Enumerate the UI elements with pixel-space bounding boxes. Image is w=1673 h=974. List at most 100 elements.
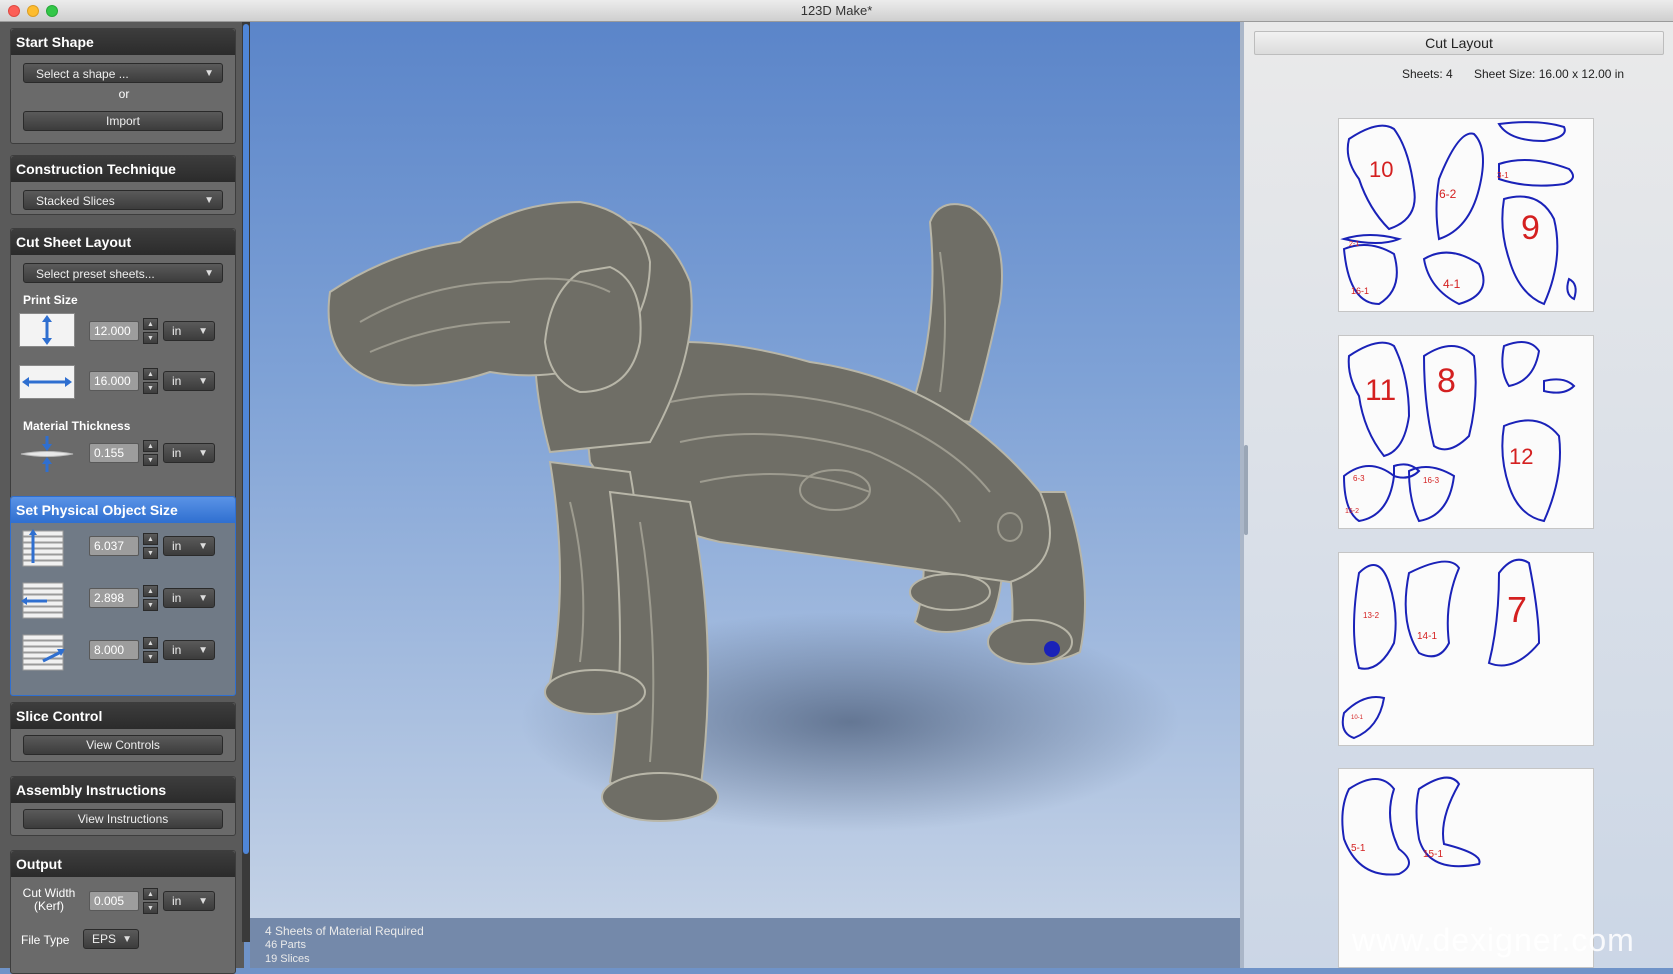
sheet-height-unit-dropdown[interactable]: in ▼ [163, 321, 215, 341]
material-thickness-unit: in [172, 446, 182, 460]
part-outline [1341, 696, 1386, 740]
file-type-dropdown[interactable]: EPS ▼ [83, 929, 139, 949]
part-outline [1404, 560, 1461, 658]
stepper-up-icon[interactable]: ▲ [143, 637, 158, 649]
stepper-up-icon[interactable]: ▲ [143, 533, 158, 545]
object-width-stepper[interactable]: ▲ ▼ [143, 585, 158, 611]
sheet-width-input[interactable]: 16.000 [89, 371, 139, 391]
select-shape-dropdown[interactable]: Select a shape ... ▼ [23, 63, 223, 83]
preset-sheets-dropdown[interactable]: Select preset sheets... ▼ [23, 263, 223, 283]
object-depth-input[interactable]: 8.000 [89, 640, 139, 660]
cut-width-stepper[interactable]: ▲ ▼ [143, 888, 158, 914]
part-label: 9 [1521, 209, 1540, 247]
part-label: 13-2 [1363, 611, 1380, 620]
sheets-count-label: Sheets: 4 [1402, 67, 1453, 81]
sheet-width-unit: in [172, 374, 182, 388]
chevron-down-icon: ▼ [198, 541, 208, 552]
preset-sheets-label: Select preset sheets... [36, 267, 155, 281]
slices-count-text: 19 Slices [265, 953, 310, 965]
stepper-down-icon[interactable]: ▼ [143, 382, 158, 394]
construction-technique-dropdown[interactable]: Stacked Slices ▼ [23, 190, 223, 210]
cut-sheet-2[interactable]: 11 8 12 6-3 16-3 15-2 [1338, 335, 1594, 529]
kerf-text: (Kerf) [34, 899, 64, 913]
select-shape-label: Select a shape ... [36, 67, 129, 81]
chevron-down-icon: ▼ [204, 68, 214, 79]
cut-width-label: Cut Width (Kerf) [19, 887, 79, 913]
title-bar: 123D Make* [0, 0, 1673, 22]
chevron-down-icon: ▼ [198, 448, 208, 459]
print-size-label: Print Size [23, 293, 78, 307]
part-label: 5-1 [1351, 843, 1366, 854]
object-height-unit-dropdown[interactable]: in ▼ [163, 536, 215, 556]
object-height-stepper[interactable]: ▲ ▼ [143, 533, 158, 559]
stepper-down-icon[interactable]: ▼ [143, 332, 158, 344]
parts-count-text: 46 Parts [265, 939, 306, 951]
sheets-required-text: 4 Sheets of Material Required [265, 924, 424, 938]
dog-model[interactable] [250, 22, 1240, 918]
material-thickness-stepper[interactable]: ▲ ▼ [143, 440, 158, 466]
sheet-height-input[interactable]: 12.000 [89, 321, 139, 341]
chevron-down-icon: ▼ [122, 934, 132, 945]
selection-marker [1044, 641, 1060, 657]
material-thickness-input[interactable]: 0.155 [89, 443, 139, 463]
stepper-down-icon[interactable]: ▼ [143, 651, 158, 663]
part-outline [1543, 378, 1576, 394]
stepper-down-icon[interactable]: ▼ [143, 599, 158, 611]
material-thickness-unit-dropdown[interactable]: in ▼ [163, 443, 215, 463]
part-outline [1501, 341, 1541, 388]
cut-width-input[interactable]: 0.005 [89, 891, 139, 911]
object-width-icon [19, 579, 67, 619]
model-viewport[interactable] [250, 22, 1240, 918]
stepper-up-icon[interactable]: ▲ [143, 368, 158, 380]
import-button[interactable]: Import [23, 111, 223, 131]
part-outline [1341, 778, 1410, 876]
sheet-width-unit-dropdown[interactable]: in ▼ [163, 371, 215, 391]
viewport-status: 4 Sheets of Material Required 46 Parts 1… [250, 918, 1240, 968]
stepper-down-icon[interactable]: ▼ [143, 547, 158, 559]
sidebar-scroll-thumb[interactable] [243, 24, 249, 854]
cut-sheet-3[interactable]: 13-2 14-1 7 10-1 [1338, 552, 1594, 746]
object-width-unit: in [172, 591, 182, 605]
cut-width-unit: in [172, 894, 182, 908]
view-instructions-button[interactable]: View Instructions [23, 809, 223, 829]
object-depth-unit-dropdown[interactable]: in ▼ [163, 640, 215, 660]
part-label: 14-1 [1417, 631, 1438, 642]
part-label: 10-1 [1351, 715, 1364, 721]
part-label: 15-2 [1345, 508, 1360, 515]
object-size-header: Set Physical Object Size [11, 497, 235, 523]
stepper-up-icon[interactable]: ▲ [143, 440, 158, 452]
stepper-down-icon[interactable]: ▼ [143, 902, 158, 914]
view-controls-button[interactable]: View Controls [23, 735, 223, 755]
object-width-input[interactable]: 2.898 [89, 588, 139, 608]
cut-layout-panel: Cut Layout Sheets: 4 Sheet Size: 16.00 x… [1244, 22, 1673, 968]
part-label: 7 [1507, 589, 1528, 630]
stepper-up-icon[interactable]: ▲ [143, 585, 158, 597]
object-depth-stepper[interactable]: ▲ ▼ [143, 637, 158, 663]
chevron-down-icon: ▼ [198, 593, 208, 604]
cut-sheet-layout-panel: Cut Sheet Layout Select preset sheets...… [10, 228, 236, 513]
sheet-width-icon [19, 365, 75, 399]
chevron-down-icon: ▼ [204, 195, 214, 206]
stepper-up-icon[interactable]: ▲ [143, 888, 158, 900]
file-type-label: File Type [21, 933, 70, 947]
cut-layout-scrollbar[interactable] [1244, 445, 1248, 535]
object-height-unit: in [172, 539, 182, 553]
object-width-unit-dropdown[interactable]: in ▼ [163, 588, 215, 608]
sheet-height-stepper[interactable]: ▲ ▼ [143, 318, 158, 344]
sidebar-scrollbar[interactable] [242, 22, 250, 942]
sheet-height-unit: in [172, 324, 182, 338]
object-height-input[interactable]: 6.037 [89, 536, 139, 556]
object-depth-unit: in [172, 643, 182, 657]
watermark: www.dexigner.com [1352, 922, 1635, 958]
part-label: 3-1 [1497, 171, 1509, 180]
stepper-up-icon[interactable]: ▲ [143, 318, 158, 330]
slice-control-header: Slice Control [11, 703, 235, 729]
part-label: 11 [1365, 374, 1397, 407]
part-label: 6-3 [1353, 474, 1365, 483]
cut-width-unit-dropdown[interactable]: in ▼ [163, 891, 215, 911]
sheet-width-stepper[interactable]: ▲ ▼ [143, 368, 158, 394]
start-shape-panel: Start Shape Select a shape ... ▼ or Impo… [10, 28, 236, 144]
cut-sheet-1[interactable]: 10 6-2 9 4-1 3-1 16-1 2-1 [1338, 118, 1594, 312]
stepper-down-icon[interactable]: ▼ [143, 454, 158, 466]
chevron-down-icon: ▼ [198, 326, 208, 337]
